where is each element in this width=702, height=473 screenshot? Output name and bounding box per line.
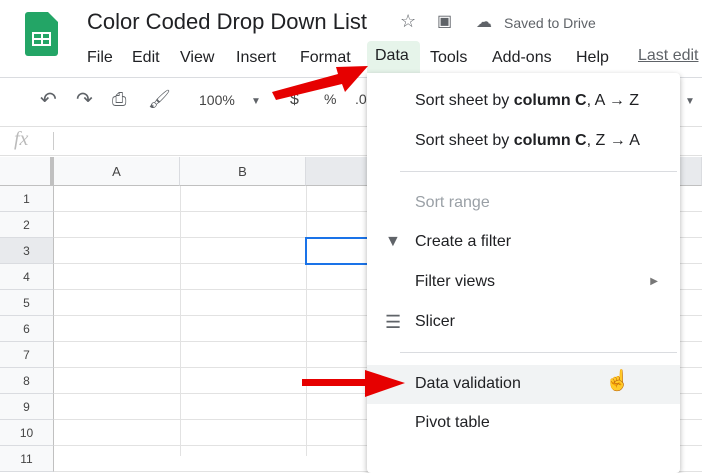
annotation-arrows xyxy=(272,66,405,397)
arrow-to-data-menu xyxy=(272,66,368,100)
arrow-to-data-validation xyxy=(302,370,405,397)
